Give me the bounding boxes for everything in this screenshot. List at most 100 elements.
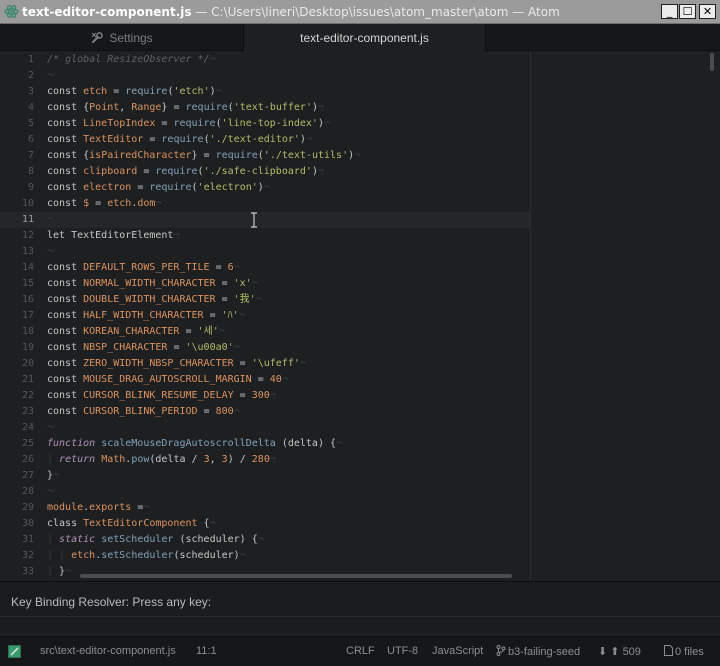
status-cursor-position[interactable]: 11:1 [196, 645, 217, 657]
line-number[interactable]: 20 [0, 356, 34, 372]
code-line[interactable]: module.exports =¬ [47, 500, 149, 516]
status-line-ending[interactable]: CRLF [346, 645, 375, 657]
atom-app-icon [4, 5, 19, 18]
window-title: text-editor-component.js — C:\Users\line… [22, 5, 560, 19]
code-line[interactable]: | | etch.setScheduler(scheduler)¬ [47, 548, 246, 564]
code-token: 'ﾊ' [221, 310, 239, 321]
code-line[interactable]: ¬ [47, 68, 53, 84]
status-encoding[interactable]: UTF-8 [387, 645, 418, 657]
line-number[interactable]: 13 [0, 244, 34, 260]
code-area[interactable]: /* global ResizeObserver */¬ ¬ const etch … [47, 51, 530, 581]
line-number[interactable]: 16 [0, 292, 34, 308]
code-line[interactable]: | }¬ [47, 564, 71, 580]
code-line[interactable]: ¬ [47, 420, 53, 436]
line-number-gutter[interactable]: 1 2 3 4 5 6 7 8 9 10 11 12 13 14 15 16 17 18 19 20 21 22 23 24 2… [0, 51, 42, 581]
line-number[interactable]: 29 [0, 500, 34, 516]
code-line[interactable]: let TextEditorElement¬ [47, 228, 179, 244]
tab-settings[interactable]: Settings [0, 24, 244, 51]
line-number[interactable]: 3 [0, 84, 34, 100]
line-number[interactable]: 28 [0, 484, 34, 500]
code-line[interactable]: const etch = require('etch')¬ [47, 84, 222, 100]
line-number[interactable]: 2 [0, 68, 34, 84]
code-token: CURSOR_BLINK_PERIOD [83, 406, 198, 417]
code-line[interactable]: const ZERO_WIDTH_NBSP_CHARACTER = '\ufef… [47, 356, 306, 372]
code-token: DOUBLE_WIDTH_CHARACTER [83, 294, 216, 305]
horizontal-scrollbar[interactable] [80, 574, 512, 578]
close-button[interactable]: ✕ [699, 4, 716, 19]
code-token: ¬ [263, 182, 270, 193]
line-number[interactable]: 26 [0, 452, 34, 468]
code-token: const [47, 166, 84, 177]
code-line[interactable]: const CURSOR_BLINK_RESUME_DELAY = 300¬ [47, 388, 276, 404]
line-number[interactable]: 5 [0, 116, 34, 132]
code-line[interactable]: ¬ [47, 244, 53, 260]
status-grammar[interactable]: JavaScript [432, 645, 483, 657]
code-line[interactable]: ¬ [0, 212, 530, 228]
code-line[interactable]: const electron = require('electron')¬ [47, 180, 270, 196]
line-number[interactable]: 23 [0, 404, 34, 420]
tree-view-toggle-icon[interactable] [8, 645, 21, 658]
code-line[interactable]: | static setScheduler (scheduler) {¬ [47, 532, 264, 548]
code-line[interactable]: const clipboard = require('./safe-clipbo… [47, 164, 324, 180]
code-token: | [47, 566, 60, 577]
code-line[interactable]: }¬ [47, 468, 59, 484]
code-line[interactable]: const HALF_WIDTH_CHARACTER = 'ﾊ'¬ [47, 308, 245, 324]
code-token: ¬ [215, 86, 222, 97]
code-line[interactable]: const LineTopIndex = require('line-top-i… [47, 116, 330, 132]
code-line[interactable]: const {Point, Range} = require('text-buf… [47, 100, 324, 116]
line-number[interactable]: 6 [0, 132, 34, 148]
tab-text-editor-component[interactable]: text-editor-component.js [244, 24, 486, 52]
code-line[interactable]: const TextEditor = require('./text-edito… [47, 132, 312, 148]
code-line[interactable]: const MOUSE_DRAG_AUTOSCROLL_MARGIN = 40¬ [47, 372, 288, 388]
line-number[interactable]: 27 [0, 468, 34, 484]
code-line[interactable]: const DOUBLE_WIDTH_CHARACTER = '我'¬ [47, 292, 262, 308]
line-number[interactable]: 33 [0, 564, 34, 580]
line-number[interactable]: 9 [0, 180, 34, 196]
code-line[interactable]: const NORMAL_WIDTH_CHARACTER = 'x'¬ [47, 276, 258, 292]
code-line[interactable]: const NBSP_CHARACTER = '\u00a0'¬ [47, 340, 240, 356]
code-line[interactable]: class TextEditorComponent {¬ [47, 516, 216, 532]
line-number[interactable]: 19 [0, 340, 34, 356]
code-line[interactable]: ¬ [47, 484, 53, 500]
code-token: ¬ [155, 198, 162, 209]
line-number[interactable]: 15 [0, 276, 34, 292]
code-line[interactable]: function scaleMouseDragAutoscrollDelta (… [47, 436, 342, 452]
minimize-button[interactable]: _ [661, 4, 678, 19]
vertical-scrollbar[interactable] [710, 53, 714, 71]
line-number[interactable]: 17 [0, 308, 34, 324]
line-number[interactable]: 8 [0, 164, 34, 180]
code-line[interactable]: const DEFAULT_ROWS_PER_TILE = 6¬ [47, 260, 240, 276]
code-token: ZERO_WIDTH_NBSP_CHARACTER [83, 358, 234, 369]
line-number[interactable]: 7 [0, 148, 34, 164]
code-line[interactable]: const CURSOR_BLINK_PERIOD = 800¬ [47, 404, 240, 420]
line-number[interactable]: 32 [0, 548, 34, 564]
status-branch[interactable]: b3-failing-seed [496, 645, 580, 658]
code-token: const [47, 342, 84, 353]
line-number[interactable]: 18 [0, 324, 34, 340]
code-line[interactable]: | return Math.pow(delta / 3, 3) / 280¬ [47, 452, 276, 468]
status-files[interactable]: 0 files [664, 645, 704, 658]
line-number[interactable]: 10 [0, 196, 34, 212]
code-line[interactable]: const KOREAN_CHARACTER = '세'¬ [47, 324, 225, 340]
line-number[interactable]: 21 [0, 372, 34, 388]
line-number[interactable]: 31 [0, 532, 34, 548]
line-number[interactable]: 22 [0, 388, 34, 404]
line-number[interactable]: 12 [0, 228, 34, 244]
line-number[interactable]: 4 [0, 100, 34, 116]
code-line[interactable]: const {isPairedCharacter} = require('./t… [47, 148, 360, 164]
code-line[interactable]: /* global ResizeObserver */¬ [47, 52, 216, 68]
line-number[interactable]: 30 [0, 516, 34, 532]
code-token: = [131, 502, 144, 513]
arrow-up-icon: ⬆ [610, 646, 620, 658]
status-file-path[interactable]: src\text-editor-component.js [40, 645, 176, 657]
status-commits[interactable]: ⬇ ⬆ 509 [598, 645, 641, 658]
line-number[interactable]: 14 [0, 260, 34, 276]
code-token: = [215, 294, 234, 305]
text-editor[interactable]: 1 2 3 4 5 6 7 8 9 10 11 12 13 14 15 16 17 18 19 20 21 22 23 24 2… [0, 51, 720, 581]
line-number[interactable]: 25 [0, 436, 34, 452]
line-number[interactable]: 1 [0, 52, 34, 68]
code-line[interactable]: const $ = etch.dom¬ [47, 196, 161, 212]
maximize-button[interactable]: ☐ [679, 4, 696, 19]
code-token: ¬ [47, 214, 54, 225]
line-number[interactable]: 24 [0, 420, 34, 436]
